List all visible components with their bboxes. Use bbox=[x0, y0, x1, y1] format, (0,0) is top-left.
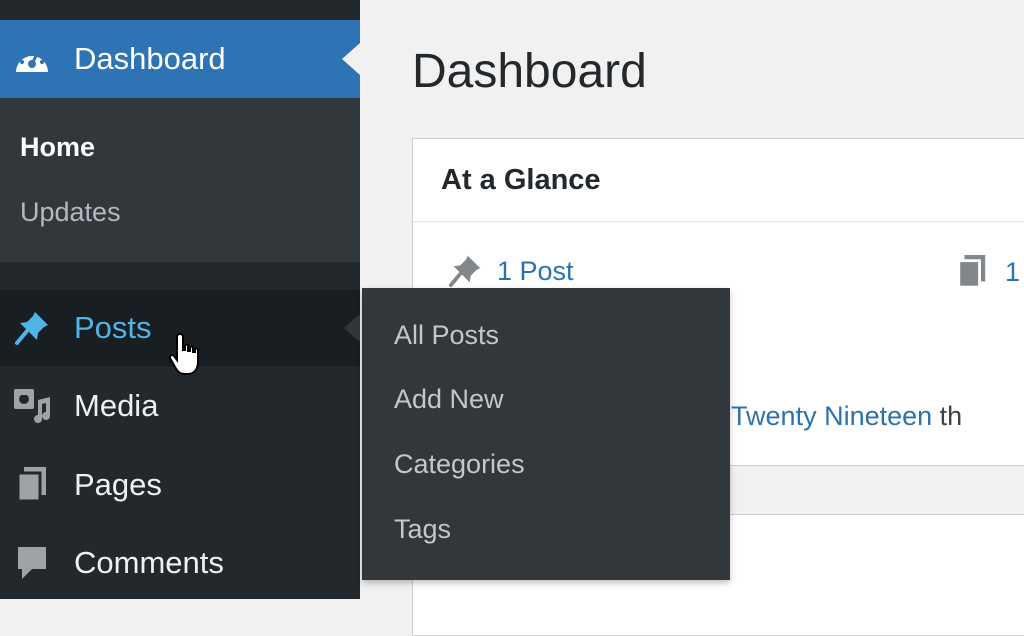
pushpin-icon bbox=[12, 308, 52, 348]
panel-title: At a Glance bbox=[441, 164, 601, 196]
active-menu-pointer bbox=[342, 43, 360, 75]
posts-flyout-submenu: All Posts Add New Categories Tags bbox=[362, 288, 730, 580]
theme-info-text: g Twenty Nineteen th bbox=[709, 401, 962, 432]
glance-pages-label: 1 bbox=[1005, 256, 1021, 287]
sidebar-top-strip bbox=[0, 0, 360, 20]
hand-pointer-cursor-icon bbox=[168, 332, 208, 383]
menu-label-comments: Comments bbox=[74, 545, 224, 580]
pages-icon bbox=[955, 253, 989, 291]
glance-posts-link[interactable]: 1 Post bbox=[447, 253, 574, 289]
menu-label-posts: Posts bbox=[74, 310, 152, 345]
hover-menu-pointer bbox=[344, 314, 360, 342]
submenu-item-home[interactable]: Home bbox=[20, 132, 95, 163]
pages-icon bbox=[12, 465, 52, 505]
submenu-item-updates[interactable]: Updates bbox=[20, 197, 121, 228]
menu-item-comments[interactable]: Comments bbox=[0, 525, 360, 601]
pushpin-icon bbox=[447, 253, 483, 289]
dashboard-gauge-icon bbox=[12, 39, 52, 79]
admin-sidebar: Dashboard Home Updates Posts Media Pages… bbox=[0, 0, 360, 599]
menu-label-pages: Pages bbox=[74, 467, 162, 502]
menu-item-dashboard[interactable]: Dashboard bbox=[0, 20, 360, 98]
theme-text-suffix: th bbox=[932, 401, 963, 431]
flyout-item-tags[interactable]: Tags bbox=[394, 514, 451, 545]
media-icon bbox=[12, 386, 52, 426]
glance-posts-label: 1 Post bbox=[497, 255, 574, 286]
flyout-item-all-posts[interactable]: All Posts bbox=[394, 320, 499, 351]
menu-label-dashboard: Dashboard bbox=[74, 41, 226, 76]
theme-link[interactable]: Twenty Nineteen bbox=[731, 401, 932, 431]
comment-icon bbox=[12, 543, 52, 583]
menu-label-media: Media bbox=[74, 388, 159, 423]
page-title: Dashboard bbox=[412, 45, 647, 98]
menu-item-pages[interactable]: Pages bbox=[0, 447, 360, 523]
panel-header: At a Glance bbox=[413, 139, 1024, 222]
flyout-item-add-new[interactable]: Add New bbox=[394, 384, 504, 415]
glance-pages-link[interactable]: 1 bbox=[955, 253, 1020, 291]
dashboard-submenu: Home Updates bbox=[0, 98, 360, 262]
flyout-item-categories[interactable]: Categories bbox=[394, 449, 525, 480]
